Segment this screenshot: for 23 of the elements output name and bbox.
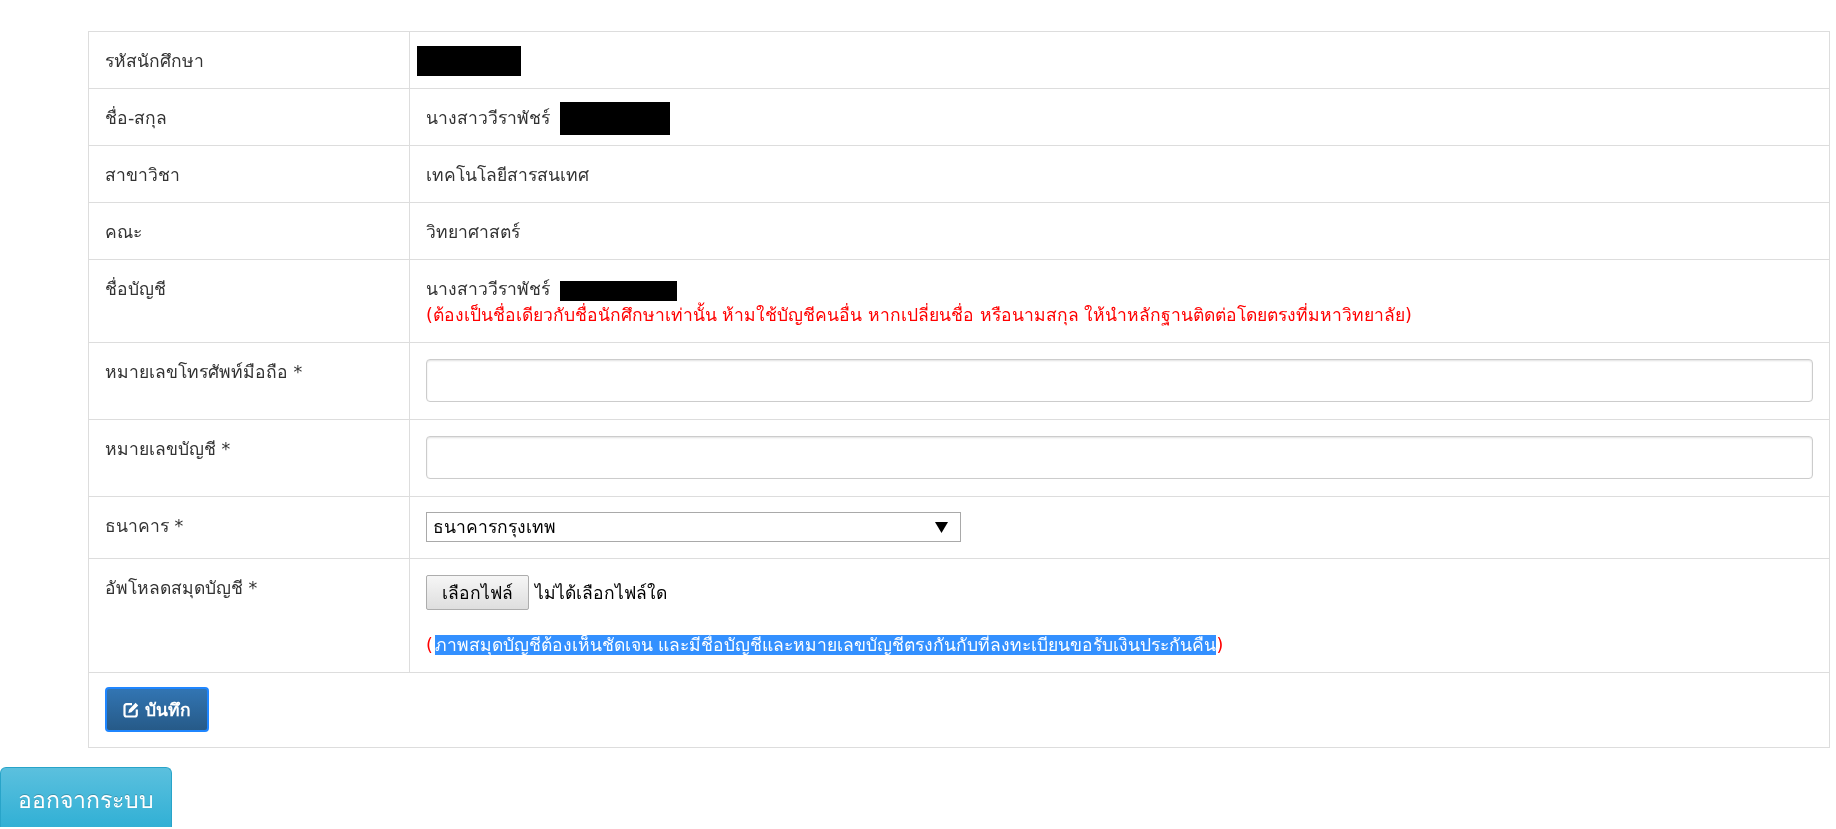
- field-label: ชื่อ-สกุล: [105, 108, 168, 128]
- field-value: นางสาววีราพัชร์: [426, 278, 550, 301]
- bank-dropdown[interactable]: ธนาคารกรุงเทพ: [426, 512, 961, 542]
- field-label: คณะ: [105, 222, 142, 242]
- field-label: อัพโหลดสมุดบัญชี *: [105, 578, 258, 598]
- field-label: สาขาวิชา: [105, 165, 180, 185]
- field-label: ชื่อบัญชี: [105, 279, 166, 299]
- field-label: ธนาคาร *: [105, 516, 184, 536]
- file-status-text: ไม่ได้เลือกไฟล์ใด: [535, 581, 667, 605]
- upload-note: (ภาพสมุดบัญชีต้องเห็นชัดเจน และมีชื่อบัญชีและหมายเลขบัญชีตรงกันกับที่ลงทะเบียนขอรับเงินประกันคืน): [426, 634, 1224, 657]
- save-button[interactable]: บันทึก: [105, 687, 209, 732]
- edit-icon: [123, 701, 139, 718]
- input-field[interactable]: [426, 436, 1813, 479]
- field-label: หมายเลขโทรศัพท์มือถือ *: [105, 362, 303, 382]
- caret-icon: [935, 521, 948, 533]
- field-label: หมายเลขบัญชี *: [105, 439, 231, 459]
- choose-file-button[interactable]: เลือกไฟล์: [426, 575, 529, 610]
- field-value: นางสาววีราพัชร์: [426, 107, 550, 130]
- warning-note: (ต้องเป็นชื่อเดียวกับชื่อนักศึกษาเท่านั้น ห้ามใช้บัญชีคนอื่น หากเปลี่ยนชื่อ หรือนามสกุล ให้นำหลักฐานติดต่อโดยตรงที่มหาวิทยาลัย): [426, 302, 1813, 328]
- field-value: วิทยาศาสตร์: [426, 221, 520, 244]
- field-value: เทคโนโลยีสารสนเทศ: [426, 164, 589, 187]
- field-label: รหัสนักศึกษา: [105, 51, 204, 71]
- input-field[interactable]: [426, 359, 1813, 402]
